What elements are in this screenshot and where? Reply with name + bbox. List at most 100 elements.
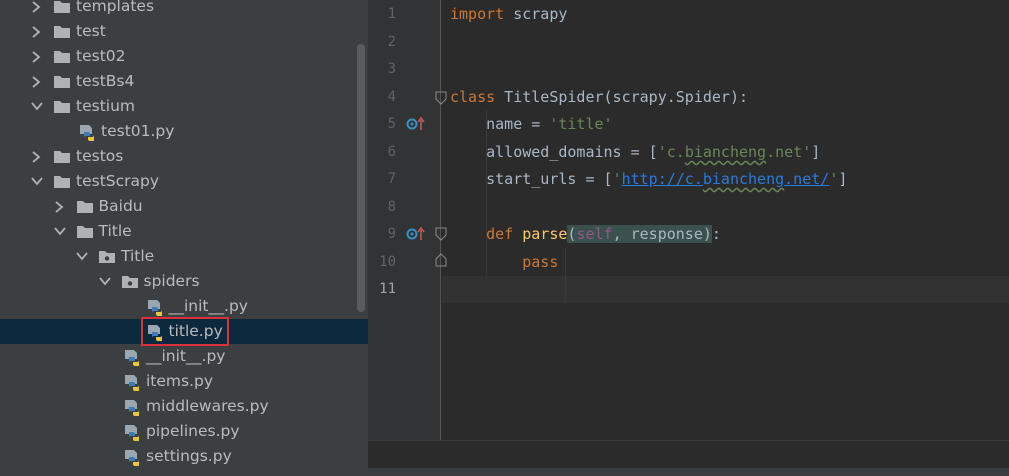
- project-tree[interactable]: templates test test02 testBs4 testium test01.…: [0, 0, 368, 476]
- url-link[interactable]: .net/: [784, 170, 829, 188]
- typo-warning-text: biancheng: [684, 143, 767, 161]
- code-editor[interactable]: 1 2 3 4 5 6 7 8 9 10 11 import scrapy class TitleS…: [368, 0, 1009, 476]
- string-literal: .net': [766, 143, 812, 161]
- code-area[interactable]: import scrapy class TitleSpider(scrapy.S…: [442, 0, 1009, 440]
- tree-item[interactable]: title.py: [0, 317, 368, 346]
- string-literal: ': [612, 170, 622, 188]
- code-line-1[interactable]: import scrapy: [450, 1, 567, 28]
- code-line-10[interactable]: pass: [450, 249, 558, 276]
- tree-item[interactable]: testScrapy: [0, 169, 368, 194]
- chevron-down-icon[interactable]: [75, 244, 89, 269]
- line-number[interactable]: 7: [368, 166, 396, 193]
- tree-item[interactable]: Title: [0, 219, 368, 244]
- tree-item-label: templates: [76, 0, 155, 15]
- tree-item-label: title.py: [140, 317, 229, 346]
- override-method-icon[interactable]: [406, 116, 426, 136]
- tree-item-label: middlewares.py: [146, 397, 269, 415]
- tree-item[interactable]: Title: [0, 244, 368, 269]
- code-line-6[interactable]: allowed_domains = ['c.biancheng.net']: [450, 139, 820, 166]
- line-number[interactable]: 11: [368, 276, 396, 303]
- url-link[interactable]: biancheng: [703, 170, 784, 188]
- tree-item-label: settings.py: [146, 447, 232, 465]
- tree-item[interactable]: middlewares.py: [0, 394, 368, 419]
- chevron-right-icon[interactable]: [53, 194, 67, 219]
- chevron-right-icon[interactable]: [30, 19, 44, 44]
- tree-item-label: testium: [76, 97, 135, 115]
- chevron-down-icon[interactable]: [98, 269, 112, 294]
- url-link[interactable]: http://c.: [622, 170, 703, 188]
- code-text: TitleSpider(scrapy.Spider):: [495, 88, 749, 106]
- tree-item-label: items.py: [146, 372, 214, 390]
- python-file-icon: [146, 299, 164, 316]
- code-text: , response: [612, 225, 703, 243]
- line-number[interactable]: 8: [368, 194, 396, 221]
- tree-item[interactable]: templates: [0, 0, 368, 19]
- tree-item[interactable]: settings.py: [0, 444, 368, 469]
- python-file-icon: [123, 449, 141, 466]
- tree-item[interactable]: testium: [0, 94, 368, 119]
- tree-item[interactable]: test01.py: [0, 119, 368, 144]
- keyword: import: [450, 5, 505, 23]
- line-number[interactable]: 3: [368, 56, 396, 83]
- tree-item[interactable]: testos: [0, 144, 368, 169]
- line-number[interactable]: 9: [368, 221, 396, 248]
- chevron-right-icon[interactable]: [30, 69, 44, 94]
- chevron-down-icon[interactable]: [30, 94, 44, 119]
- line-number[interactable]: 10: [368, 249, 396, 276]
- chevron-right-icon[interactable]: [30, 144, 44, 169]
- tree-item-label: pipelines.py: [146, 422, 240, 440]
- code-text: name =: [450, 115, 550, 133]
- tree-item-label: Title: [121, 247, 155, 265]
- line-number[interactable]: 1: [368, 1, 396, 28]
- tree-item[interactable]: items.py: [0, 369, 368, 394]
- folder-icon: [76, 199, 94, 215]
- folder-icon: [53, 49, 71, 65]
- tree-item-label: testScrapy: [76, 172, 160, 190]
- tree-item[interactable]: Baidu: [0, 194, 368, 219]
- tree-item-label: Baidu: [98, 197, 143, 215]
- code-text: start_urls = [: [450, 170, 613, 188]
- python-file-icon: [78, 124, 96, 141]
- line-number[interactable]: 5: [368, 111, 396, 138]
- tree-item[interactable]: pipelines.py: [0, 419, 368, 444]
- code-line-5[interactable]: name = 'title': [450, 111, 612, 138]
- tree-item[interactable]: spiders: [0, 269, 368, 294]
- tree-item[interactable]: __init__.py: [0, 344, 368, 369]
- editor-gutter[interactable]: 1 2 3 4 5 6 7 8 9 10 11: [368, 0, 447, 440]
- code-text: ]: [838, 170, 848, 188]
- chevron-right-icon[interactable]: [30, 0, 44, 19]
- line-number[interactable]: 6: [368, 139, 396, 166]
- tree-item-label: Title: [98, 222, 132, 240]
- tree-item[interactable]: __init__.py: [0, 294, 368, 319]
- code-text: allowed_domains = [: [450, 143, 658, 161]
- folder-icon: [53, 74, 71, 90]
- self-param: self: [576, 225, 613, 243]
- line-number[interactable]: 4: [368, 84, 396, 111]
- tree-item-label: test: [76, 22, 106, 40]
- function-name: parse: [513, 225, 568, 243]
- keyword: pass: [450, 253, 559, 271]
- tree-scrollbar-thumb[interactable]: [357, 44, 365, 312]
- keyword: def: [450, 225, 514, 243]
- horizontal-scrollbar[interactable]: [0, 468, 1009, 476]
- chevron-down-icon[interactable]: [53, 219, 67, 244]
- tree-item-label: __init__.py: [146, 347, 226, 365]
- tree-item[interactable]: test: [0, 19, 368, 44]
- code-text: :: [711, 225, 721, 243]
- python-file-icon: [123, 399, 141, 416]
- tree-item[interactable]: testBs4: [0, 69, 368, 94]
- line-number[interactable]: 2: [368, 29, 396, 56]
- tree-item[interactable]: test02: [0, 44, 368, 69]
- chevron-right-icon[interactable]: [30, 44, 44, 69]
- python-file-icon: [123, 349, 141, 366]
- chevron-down-icon[interactable]: [30, 169, 44, 194]
- tree-item-label: testBs4: [76, 72, 135, 90]
- code-line-4[interactable]: class TitleSpider(scrapy.Spider):: [450, 84, 748, 111]
- code-line-7[interactable]: start_urls = ['http://c.biancheng.net/']: [450, 166, 847, 193]
- code-text: ]: [811, 143, 821, 161]
- folder-icon: [53, 24, 71, 40]
- code-line-9[interactable]: def parse(self, response):: [450, 221, 721, 248]
- override-method-icon[interactable]: [406, 226, 426, 246]
- string-literal: ': [829, 170, 839, 188]
- tree-item-label: testos: [76, 147, 124, 165]
